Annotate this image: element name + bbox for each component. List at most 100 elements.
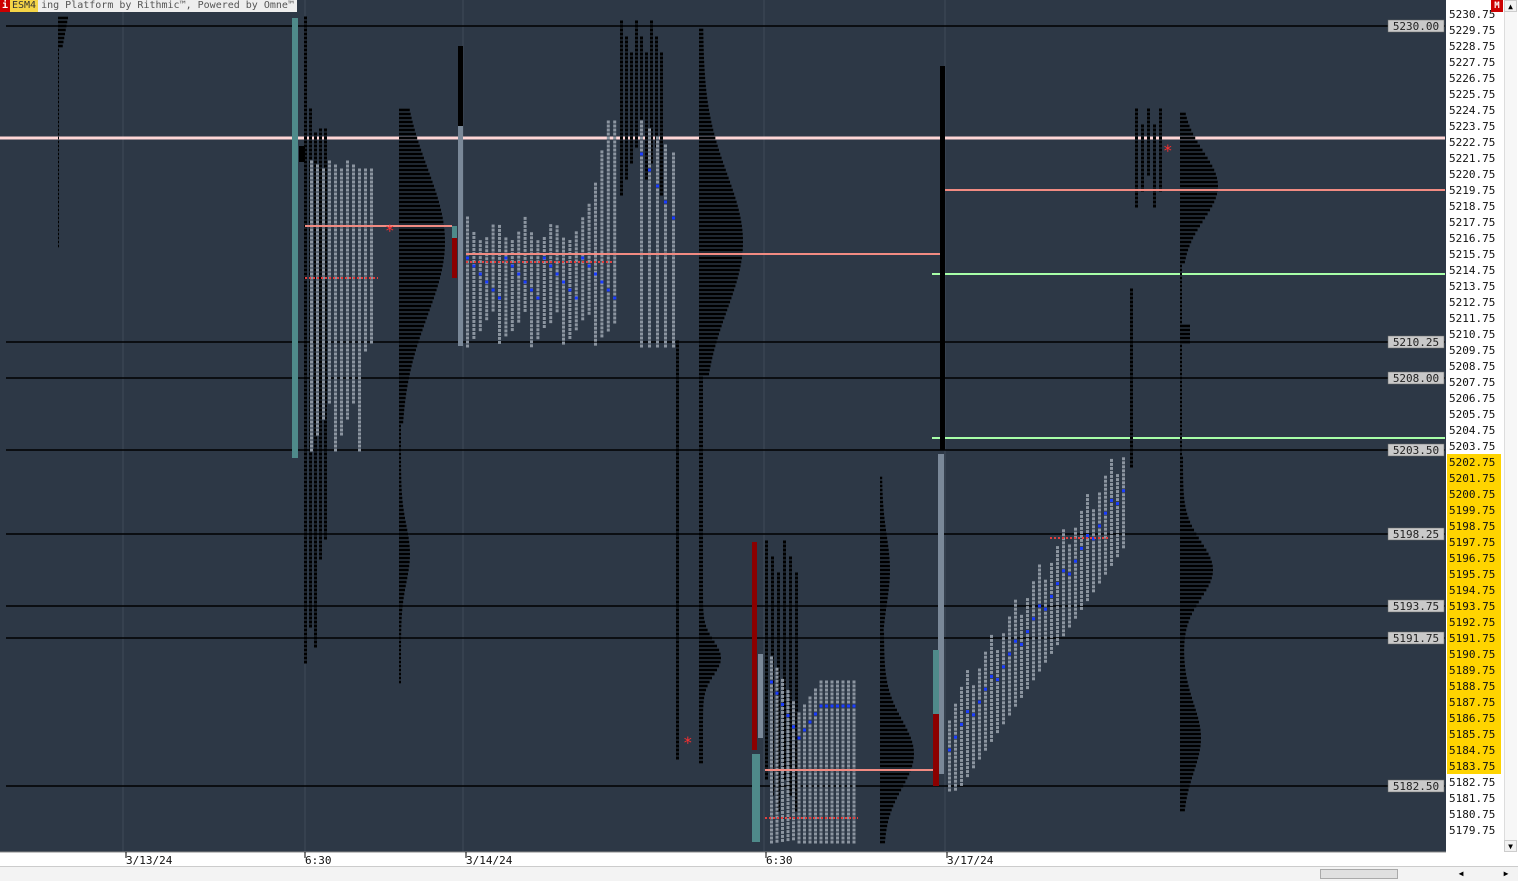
tpo-print [775, 711, 779, 715]
close-icon[interactable]: M [1491, 0, 1503, 12]
tpo-print [960, 730, 963, 734]
tpo-print [322, 244, 325, 248]
tpo-print [594, 318, 597, 322]
tpo-print [1044, 639, 1047, 643]
tpo-print [825, 716, 828, 720]
tpo-print [836, 824, 839, 828]
tpo-print [523, 228, 527, 232]
histogram-bar [399, 200, 439, 204]
tpo-print [504, 241, 508, 245]
tpo-print [340, 244, 343, 248]
tpo-print [613, 212, 617, 216]
tpo-print [370, 252, 373, 256]
histogram-bar [58, 228, 59, 232]
tpo-print [676, 392, 679, 396]
histogram-bar [399, 416, 404, 420]
tpo-print [775, 747, 779, 751]
tpo-print [555, 229, 559, 233]
tpo-print [620, 180, 623, 184]
tpo-print [322, 260, 325, 264]
tpo-print [309, 576, 312, 580]
tpo-print [765, 644, 768, 648]
histogram-bar [58, 176, 59, 180]
tpo-print [847, 740, 850, 744]
tpo-print [346, 312, 349, 316]
symbol-tag[interactable]: ESM4 [10, 0, 39, 12]
tpo-print [978, 672, 981, 676]
tpo-open-mark [536, 296, 540, 300]
histogram-bar [699, 680, 710, 684]
tpo-print [304, 584, 307, 588]
tpo-print [594, 182, 597, 186]
histogram-bar [880, 676, 887, 680]
tpo-print [836, 772, 839, 776]
tpo-print [304, 280, 307, 284]
histogram-bar [699, 492, 703, 496]
tpo-print [765, 612, 768, 616]
histogram-bar [399, 576, 408, 580]
tpo-print [555, 237, 559, 241]
tpo-print [334, 192, 337, 196]
tpo-print [819, 776, 823, 780]
tpo-print [334, 384, 337, 388]
tpo-print [814, 772, 817, 776]
market-profile-chart[interactable]: *** 5230.005210.255208.005203.505198.255… [0, 0, 1518, 866]
tpo-print [346, 200, 349, 204]
tpo-print [594, 202, 597, 206]
tpo-print [620, 36, 623, 40]
tpo-print [370, 308, 373, 312]
tpo-print [972, 685, 975, 689]
histogram-bar [399, 400, 406, 404]
tpo-print [1008, 616, 1011, 620]
tpo-print [852, 716, 856, 720]
tpo-print [328, 268, 331, 272]
tpo-print [795, 640, 798, 644]
tpo-print [319, 268, 322, 272]
tpo-print [640, 308, 643, 312]
tpo-print [319, 284, 322, 288]
tpo-print [836, 828, 839, 832]
histogram-bar [699, 576, 704, 580]
histogram-bar [699, 484, 703, 488]
histogram-bar [880, 496, 883, 500]
tpo-print [304, 520, 307, 524]
tpo-print [830, 800, 834, 804]
tpo-print [340, 268, 343, 272]
tpo-print [819, 692, 823, 696]
tpo-print [319, 304, 322, 308]
tpo-print [676, 592, 679, 596]
tpo-column [648, 128, 651, 348]
tpo-print [786, 758, 790, 762]
tpo-column [841, 680, 845, 844]
histogram-bar [399, 352, 415, 356]
histogram-bar [880, 828, 887, 832]
tpo-print [304, 596, 307, 600]
tpo-print [777, 576, 780, 580]
histogram-bar [58, 16, 68, 20]
tpo-print [606, 264, 610, 268]
tpo-print [478, 316, 482, 320]
histogram-bar [880, 656, 885, 660]
app-logo-icon[interactable]: i [0, 0, 10, 12]
tpo-print [1026, 622, 1029, 626]
tpo-print [370, 268, 373, 272]
tpo-print [672, 176, 675, 180]
tpo-print [316, 164, 319, 168]
tpo-print [334, 308, 337, 312]
tpo-print [562, 329, 565, 333]
histogram-bar [880, 772, 910, 776]
tpo-print [803, 748, 806, 752]
histogram-bar [399, 424, 402, 428]
tpo-print [996, 650, 999, 654]
tpo-print [765, 572, 768, 576]
tpo-print [310, 264, 313, 268]
tpo-print [847, 840, 850, 844]
tpo-print [655, 92, 658, 96]
tpo-print [1044, 623, 1047, 627]
tpo-print [340, 196, 343, 200]
tpo-print [491, 296, 495, 300]
tpo-print [316, 180, 319, 184]
tpo-print [830, 824, 834, 828]
tpo-print [472, 335, 476, 339]
tpo-print [841, 776, 845, 780]
